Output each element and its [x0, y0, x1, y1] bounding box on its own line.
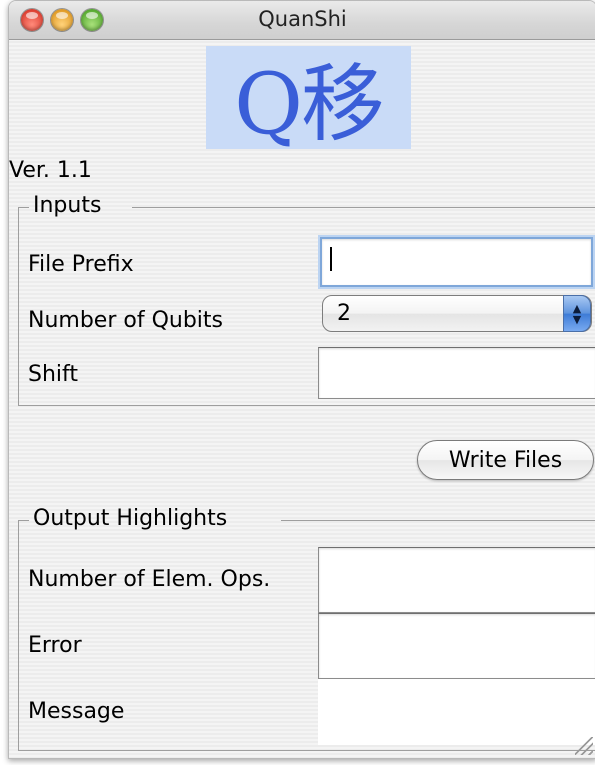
output-highlights-group: Output Highlights Number of Elem. Ops. E…	[18, 506, 595, 751]
title-bar[interactable]: QuanShi	[9, 1, 595, 40]
elem-ops-label: Number of Elem. Ops.	[28, 567, 271, 592]
error-label: Error	[28, 633, 82, 658]
shift-input[interactable]	[318, 347, 595, 399]
qubits-label: Number of Qubits	[28, 308, 223, 333]
qubits-selected-value: 2	[337, 301, 351, 326]
app-logo: Q移	[206, 46, 411, 149]
qubits-select[interactable]: 2 ▲ ▼	[322, 295, 592, 332]
error-field	[318, 613, 595, 679]
message-label: Message	[28, 699, 125, 724]
shift-label: Shift	[28, 362, 79, 387]
app-window: QuanShi Q移 Ver. 1.1 Inputs File Prefix N…	[8, 0, 595, 759]
resize-grip-icon[interactable]	[575, 737, 593, 755]
file-prefix-input[interactable]	[320, 237, 593, 287]
updown-arrows-icon[interactable]: ▲ ▼	[563, 295, 591, 332]
elem-ops-field	[318, 547, 595, 613]
output-legend: Output Highlights	[33, 506, 228, 531]
window-title: QuanShi	[258, 7, 347, 31]
file-prefix-label: File Prefix	[28, 252, 134, 277]
write-files-button[interactable]: Write Files	[417, 440, 594, 480]
message-field	[318, 679, 595, 745]
text-caret	[330, 247, 332, 271]
inputs-legend: Inputs	[33, 193, 102, 218]
version-label: Ver. 1.1	[9, 158, 92, 183]
